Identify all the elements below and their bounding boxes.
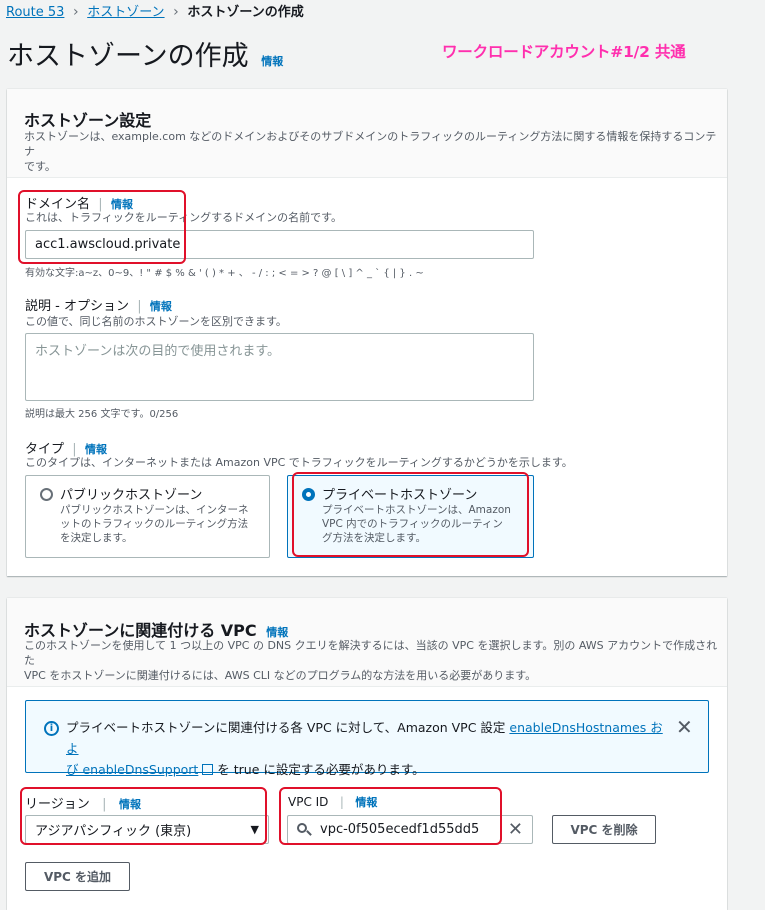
panel-description-line: ホストゾーンは、example.com などのドメインおよびそのサブドメインのト… bbox=[24, 130, 717, 158]
alert-text: を true に設定する必要があります。 bbox=[213, 762, 425, 777]
radio-card-desc-line: パブリックホストゾーンは、インターネ bbox=[60, 504, 249, 516]
info-icon: i bbox=[44, 721, 59, 736]
close-icon[interactable]: ✕ bbox=[676, 715, 693, 739]
enable-dns-support-link[interactable]: び enableDnsSupport bbox=[66, 762, 198, 777]
description-info-link[interactable]: 情報 bbox=[150, 300, 172, 313]
description-help: この値で、同じ名前のホストゾーンを区別できます。 bbox=[25, 315, 287, 328]
breadcrumb-hosted-zones-link[interactable]: ホストゾーン bbox=[87, 5, 164, 20]
panel-header: ホストゾーン設定 ホストゾーンは、example.com などのドメインおよびそ… bbox=[7, 89, 727, 178]
panel-header: ホストゾーンに関連付ける VPC 情報 このホストゾーンを使用して 1 つ以上の… bbox=[7, 598, 727, 687]
description-label: 説明 - オプション bbox=[25, 299, 129, 314]
highlight-box-region bbox=[20, 787, 267, 845]
description-counter: 説明は最大 256 文字です。0/256 bbox=[25, 409, 179, 420]
highlight-box-private bbox=[292, 472, 529, 557]
panel-description-line: です。 bbox=[24, 160, 56, 173]
vpc-association-panel: ホストゾーンに関連付ける VPC 情報 このホストゾーンを使用して 1 つ以上の… bbox=[7, 598, 727, 910]
radio-card-public[interactable]: パブリックホストゾーン パブリックホストゾーンは、インターネ ットのトラフィック… bbox=[25, 475, 270, 558]
description-textarea[interactable]: ホストゾーンは次の目的で使用されます。 bbox=[25, 333, 534, 401]
divider: | bbox=[133, 299, 146, 314]
domain-constraint: 有効な文字:a~z、0~9、! " # $ % & ' ( ) * + 、 - … bbox=[25, 268, 424, 279]
vpc-panel-description: このホストゾーンを使用して 1 つ以上の VPC の DNS クエリを解決するに… bbox=[24, 638, 724, 683]
page-info-link[interactable]: 情報 bbox=[261, 55, 283, 68]
page-title-text: ホストゾーンの作成 bbox=[7, 41, 249, 72]
radio-button-public[interactable] bbox=[40, 488, 53, 501]
vpc-panel-description-line: このホストゾーンを使用して 1 つ以上の VPC の DNS クエリを解決するに… bbox=[24, 639, 718, 667]
radio-card-title: パブリックホストゾーン bbox=[60, 488, 203, 503]
alert-text: プライベートホストゾーンに関連付ける各 VPC に対して、Amazon VPC … bbox=[66, 720, 510, 735]
breadcrumb-route53-link[interactable]: Route 53 bbox=[6, 5, 64, 20]
chevron-right-icon: › bbox=[168, 4, 184, 20]
type-help: このタイプは、インターネットまたは Amazon VPC でトラフィックをルーテ… bbox=[25, 456, 573, 469]
panel-description: ホストゾーンは、example.com などのドメインおよびそのサブドメインのト… bbox=[24, 129, 724, 174]
chevron-right-icon: › bbox=[68, 4, 84, 20]
remove-vpc-button[interactable]: VPC を削除 bbox=[552, 815, 656, 844]
annotation-label: ワークロードアカウント#1/2 共通 bbox=[442, 43, 686, 61]
alert-message: プライベートホストゾーンに関連付ける各 VPC に対して、Amazon VPC … bbox=[66, 717, 666, 780]
breadcrumb-current: ホストゾーンの作成 bbox=[187, 5, 304, 20]
add-vpc-button[interactable]: VPC を追加 bbox=[25, 862, 130, 891]
description-placeholder: ホストゾーンは次の目的で使用されます。 bbox=[35, 344, 281, 359]
panel-title: ホストゾーン設定 bbox=[24, 111, 152, 130]
radio-card-description: パブリックホストゾーンは、インターネ ットのトラフィックのルーティング方法 を決… bbox=[60, 503, 248, 545]
clear-icon[interactable]: ✕ bbox=[508, 819, 523, 840]
radio-card-desc-line: ットのトラフィックのルーティング方法 bbox=[60, 518, 249, 530]
breadcrumb: Route 53 › ホストゾーン › ホストゾーンの作成 bbox=[6, 1, 304, 20]
highlight-box-vpcid bbox=[279, 787, 502, 845]
highlight-box-domain bbox=[18, 190, 186, 264]
page-title: ホストゾーンの作成 情報 bbox=[7, 34, 283, 73]
description-label-row: 説明 - オプション | 情報 bbox=[25, 295, 172, 314]
external-link-icon[interactable] bbox=[202, 764, 214, 775]
info-alert: i プライベートホストゾーンに関連付ける各 VPC に対して、Amazon VP… bbox=[25, 700, 709, 777]
vpc-panel-description-line: VPC をホストゾーンに関連付けるには、AWS CLI などのプログラム的な方法… bbox=[24, 669, 537, 682]
radio-card-desc-line: を決定します。 bbox=[60, 532, 133, 544]
hosted-zone-settings-panel: ホストゾーン設定 ホストゾーンは、example.com などのドメインおよびそ… bbox=[7, 89, 727, 576]
